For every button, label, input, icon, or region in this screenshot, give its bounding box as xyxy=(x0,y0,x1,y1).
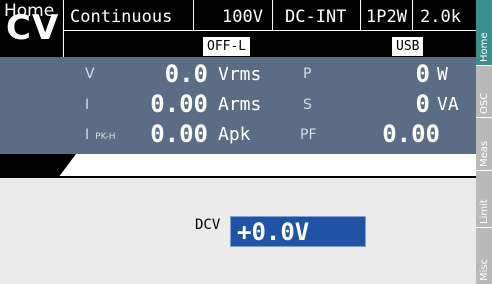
home-title: Home xyxy=(4,1,55,21)
peak-current-label-main: I xyxy=(85,127,90,143)
voltage-range-label: 100V xyxy=(222,7,263,27)
divider xyxy=(360,0,361,30)
current-unit: Arms xyxy=(218,94,262,115)
voltage-unit: Vrms xyxy=(218,64,262,85)
measurement-panel: V 0.0 Vrms P 0 W I 0.00 Arms S 0 VA I PK-… xyxy=(0,57,476,154)
apparent-power-unit: VA xyxy=(437,94,459,115)
output-status-badge: OFF-L xyxy=(203,37,251,56)
tab-osc[interactable]: OSC xyxy=(476,66,492,118)
frequency-label: 2.0k xyxy=(420,7,461,27)
power-label: P xyxy=(303,66,312,82)
current-label: I xyxy=(85,97,90,113)
divider xyxy=(63,0,64,57)
tab-misc[interactable]: Misc xyxy=(476,228,492,284)
voltage-label: V xyxy=(85,66,95,82)
divider xyxy=(272,0,273,30)
interface-badge: USB xyxy=(392,37,424,56)
peak-current-value: 0.00 xyxy=(150,120,208,148)
apparent-power-label: S xyxy=(303,97,312,113)
tab-limit[interactable]: Limit xyxy=(476,171,492,228)
dcv-input[interactable]: +0.0V xyxy=(230,216,366,247)
power-factor-value: 0.00 xyxy=(382,120,440,148)
tab-home-label: Home xyxy=(479,32,490,62)
wiring-label: 1P2W xyxy=(366,7,407,27)
power-factor-label: PF xyxy=(300,127,317,143)
tab-misc-label: Misc xyxy=(479,258,490,281)
current-value: 0.00 xyxy=(150,90,208,118)
peak-current-unit: Apk xyxy=(218,124,251,145)
tab-meas-label: Meas xyxy=(479,140,490,167)
divider xyxy=(193,0,194,30)
tab-osc-label: OSC xyxy=(479,92,490,114)
status-header: CV Continuous 100V DC-INT 1P2W 2.0k OFF-… xyxy=(0,0,476,57)
voltage-value: 0.0 xyxy=(164,60,208,88)
home-title-tab xyxy=(0,154,76,178)
power-value: 0 xyxy=(415,60,430,88)
divider xyxy=(63,30,476,31)
tab-home[interactable]: Home xyxy=(476,0,492,66)
apparent-power-value: 0 xyxy=(415,90,430,118)
dcv-label: DCV xyxy=(195,217,221,233)
run-mode-label: Continuous xyxy=(70,7,173,27)
signal-source-label: DC-INT xyxy=(285,7,347,27)
divider xyxy=(412,0,413,30)
peak-current-label: I PK-H xyxy=(85,127,116,143)
power-unit: W xyxy=(437,64,448,85)
tab-meas[interactable]: Meas xyxy=(476,118,492,171)
side-tab-bar: Home OSC Meas Limit Misc xyxy=(476,0,492,284)
peak-current-label-sub: PK-H xyxy=(95,132,116,142)
tab-limit-label: Limit xyxy=(479,199,490,224)
